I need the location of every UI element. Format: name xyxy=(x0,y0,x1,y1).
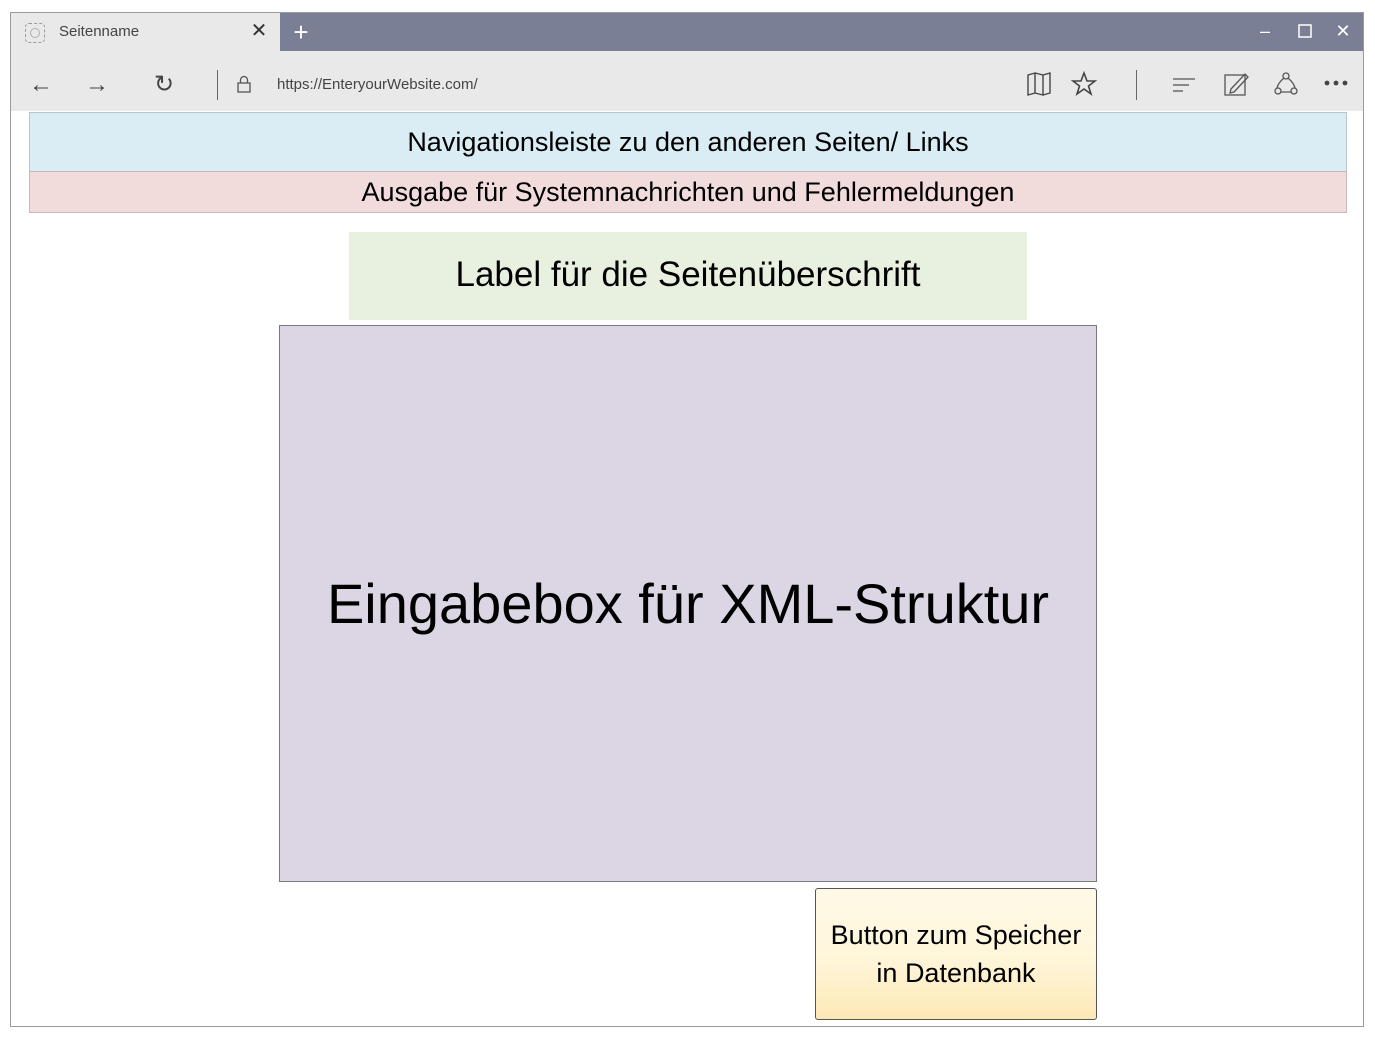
favicon-icon xyxy=(25,23,45,43)
favorite-star-icon[interactable] xyxy=(1071,71,1097,97)
separator xyxy=(1136,70,1137,100)
xml-input-box[interactable]: Eingabebox für XML-Struktur xyxy=(279,325,1097,882)
separator xyxy=(217,70,218,100)
lock-icon xyxy=(237,75,251,93)
navigation-bar[interactable]: Navigationsleiste zu den anderen Seiten/… xyxy=(29,112,1347,172)
maximize-button[interactable] xyxy=(1291,17,1319,45)
back-button[interactable]: ← xyxy=(25,69,57,101)
more-icon[interactable] xyxy=(1323,79,1349,87)
page-title: Label für die Seitenüberschrift xyxy=(349,232,1027,320)
system-message-area: Ausgabe für Systemnachrichten und Fehler… xyxy=(29,171,1347,213)
share-icon[interactable] xyxy=(1273,71,1299,97)
refresh-button[interactable]: ↻ xyxy=(148,69,180,101)
tab-close-icon[interactable]: ✕ xyxy=(249,19,269,43)
new-tab-button[interactable]: + xyxy=(289,17,313,47)
hub-icon[interactable] xyxy=(1171,75,1197,95)
tab-title: Seitenname xyxy=(59,23,140,40)
browser-window: Seitenname ✕ + – ✕ ← → ↻ https://Enteryo… xyxy=(10,12,1364,1027)
reading-view-icon[interactable] xyxy=(1026,72,1052,96)
url-field[interactable]: https://EnteryourWebsite.com/ xyxy=(277,76,478,93)
web-note-icon[interactable] xyxy=(1223,71,1251,97)
minimize-button[interactable]: – xyxy=(1251,17,1279,45)
address-bar: ← → ↻ https://EnteryourWebsite.com/ xyxy=(11,51,1363,111)
browser-tab[interactable]: Seitenname ✕ xyxy=(11,13,280,51)
close-window-button[interactable]: ✕ xyxy=(1329,17,1357,45)
save-to-database-button[interactable]: Button zum Speicher in Datenbank xyxy=(815,888,1097,1020)
title-bar: Seitenname ✕ + – ✕ xyxy=(11,13,1363,51)
forward-button[interactable]: → xyxy=(81,69,113,101)
